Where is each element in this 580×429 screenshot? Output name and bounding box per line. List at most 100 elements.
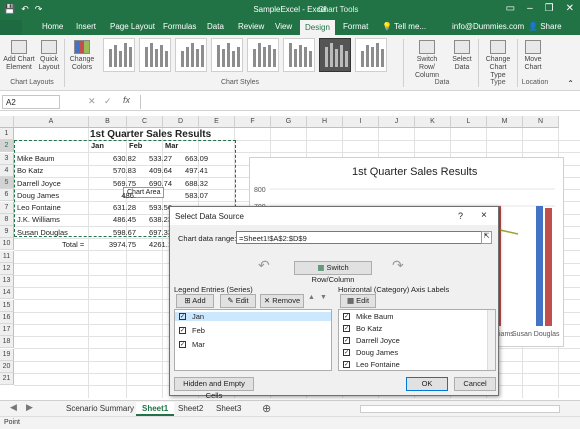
change-chart-type-button[interactable]: Change Chart Type [481,40,515,80]
cancel-button[interactable]: Cancel [454,377,496,391]
sheet-tab-sheet1[interactable]: Sheet1 [136,402,175,416]
chart-style-8[interactable] [355,38,387,72]
minimize-icon[interactable]: – [527,3,533,14]
restore-icon[interactable]: ❐ [545,3,554,14]
chart-style-2[interactable] [139,38,171,72]
select-data-button[interactable]: Select Data [449,40,475,72]
row-name-cell[interactable]: Mike Baum [17,153,55,165]
tab-page-layout[interactable]: Page Layout [110,22,155,31]
series-label: Mar [192,340,205,349]
row-name-cell[interactable]: Leo Fontaine [17,202,61,214]
move-up-icon[interactable]: ▲ [308,294,315,301]
checkbox-icon[interactable]: ✓ [179,341,186,348]
move-chart-icon [525,40,541,54]
sheet-tab-sheet3[interactable]: Sheet3 [210,402,247,416]
hidden-empty-cells-button[interactable]: Hidden and Empty Cells [174,377,254,400]
switch-row-column-dialog-button[interactable]: ▦ Switch Row/Column [294,261,372,284]
tab-review[interactable]: Review [238,22,264,31]
total-cell[interactable]: 4261.1 [127,239,172,251]
list-item[interactable]: ✓ Feb [179,326,205,335]
close-icon[interactable]: ✕ [566,3,574,14]
checkbox-icon[interactable]: ✓ [343,361,350,368]
tab-view[interactable]: View [275,22,292,31]
add-sheet-icon[interactable]: ⊕ [262,402,271,415]
tab-formulas[interactable]: Formulas [163,22,196,31]
edit-series-button[interactable]: ✎ Edit [220,294,256,308]
checkbox-icon[interactable]: ✓ [343,325,350,332]
list-item[interactable]: ✓ Mike Baum [343,312,394,321]
move-chart-button[interactable]: Move Chart [520,40,546,72]
formula-input[interactable] [140,95,578,109]
row-name-cell[interactable]: Bo Katz [17,165,43,177]
tab-home[interactable]: Home [42,22,63,31]
list-item[interactable]: ✓ Mar [179,340,205,349]
move-down-icon[interactable]: ▼ [320,294,327,301]
name-box[interactable]: A2 [2,95,60,109]
add-series-button[interactable]: ⊞ Add [176,294,214,308]
remove-series-button[interactable]: ✕ Remove [260,294,304,308]
checkbox-icon[interactable]: ✓ [343,349,350,356]
tab-insert[interactable]: Insert [76,22,96,31]
cancel-icon[interactable]: ✕ [88,96,96,107]
chart-style-1[interactable] [103,38,135,72]
list-scrollbar[interactable] [487,310,495,370]
share-button[interactable]: 👤 Share [528,22,562,31]
chart-style-7[interactable] [319,38,351,72]
list-item[interactable]: ✓ Leo Fontaine [343,360,400,369]
series-list[interactable]: ✓ Jan ✓ Feb ✓ Mar [174,309,332,371]
chart-style-5[interactable] [247,38,279,72]
tab-file[interactable] [0,20,22,35]
enter-icon[interactable]: ✓ [104,96,112,107]
quick-layout-button[interactable]: Quick Layout [37,40,61,72]
checkbox-icon[interactable]: ✓ [179,327,186,334]
chart-style-3[interactable] [175,38,207,72]
value-cell[interactable]: 638.23 [127,214,172,226]
row-name-cell[interactable]: J.K. Williams [17,214,60,226]
value-cell[interactable]: 593.56 [127,202,172,214]
row-name-cell[interactable]: Darrell Joyce [17,178,61,190]
horizontal-scrollbar[interactable] [360,405,560,413]
edit-icon: ▦ [346,296,355,305]
tell-me-box[interactable]: 💡 Tell me... [382,22,426,31]
checkbox-icon[interactable]: ✓ [343,337,350,344]
tab-design[interactable]: Design [300,20,335,35]
chart-style-6[interactable] [283,38,315,72]
edit-axis-labels-button[interactable]: ▦ Edit [340,294,376,308]
value-cell[interactable]: 486. [89,190,136,202]
change-colors-button[interactable]: Change Colors [67,40,97,72]
value-cell[interactable]: 663.09 [163,153,208,165]
sheet-tab-scenario-summary[interactable]: Scenario Summary [60,402,140,416]
value-cell[interactable]: 497.41 [163,165,208,177]
tab-format[interactable]: Format [343,22,368,31]
checkbox-icon[interactable]: ✓ [179,313,186,320]
tab-data[interactable]: Data [207,22,224,31]
list-item[interactable]: ✓ Doug James [343,348,398,357]
chart-data-range-input[interactable]: =Sheet1!$A$2:$D$9 [236,231,482,244]
chart-style-4[interactable] [211,38,243,72]
collapse-ribbon-icon[interactable]: ⌃ [567,79,574,88]
help-icon[interactable]: ? [458,211,463,221]
next-sheet-icon[interactable]: ▶ [26,402,33,413]
dialog-close-icon[interactable]: × [481,210,487,221]
prev-sheet-icon[interactable]: ◀ [10,402,17,413]
value-cell[interactable]: 697.33 [127,227,172,239]
chart-styles-gallery[interactable] [103,38,395,76]
chart-data-range-label: Chart data range: [178,234,237,243]
value-cell[interactable]: 688.32 [163,178,208,190]
collapse-dialog-icon[interactable]: ⇱ [481,231,492,244]
row-name-cell[interactable]: Doug James [17,190,59,202]
account-name[interactable]: info@Dummies.com [452,22,524,31]
switch-row-column-button[interactable]: Switch Row/ Column [408,40,446,80]
fx-icon[interactable]: fx [123,95,130,105]
checkbox-icon[interactable]: ✓ [343,313,350,320]
list-item[interactable]: ✓ Bo Katz [343,324,382,333]
list-item[interactable]: ✓ Darrell Joyce [343,336,400,345]
ribbon-display-icon[interactable]: ▭ [506,3,515,14]
value-cell[interactable]: 583.07 [163,190,208,202]
row-name-cell[interactable]: Susan Douglas [17,227,68,239]
ok-button[interactable]: OK [406,377,448,391]
list-item[interactable]: ✓ Jan [175,312,331,321]
sheet-tab-sheet2[interactable]: Sheet2 [172,402,209,416]
add-chart-element-button[interactable]: Add Chart Element [2,40,36,72]
category-list[interactable]: ✓ Mike Baum ✓ Bo Katz ✓ Darrell Joyce ✓ Doug… [338,309,496,371]
